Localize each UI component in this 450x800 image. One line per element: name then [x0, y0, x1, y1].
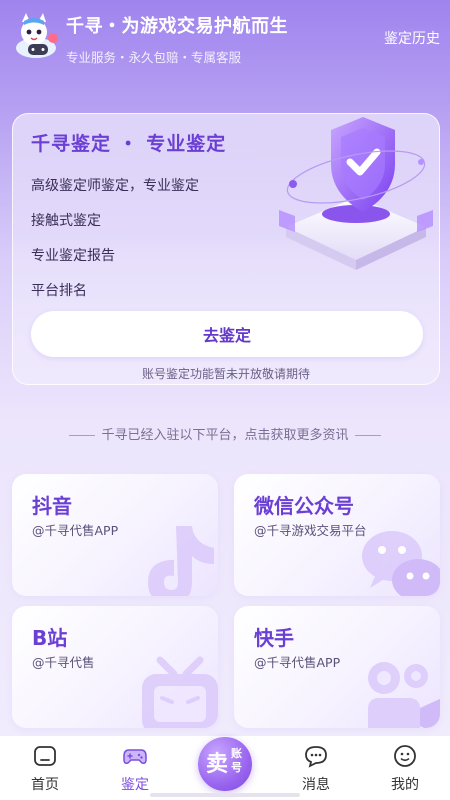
platform-card-douyin[interactable]: 抖音 @千寻代售APP [12, 474, 218, 596]
wechat-icon [362, 531, 440, 596]
platform-name: 抖音 [32, 494, 72, 518]
feature-item: 专业鉴定报告 [31, 248, 115, 264]
home-indicator [150, 793, 300, 797]
platform-card-wechat[interactable]: 微信公众号 @千寻游戏交易平台 [234, 474, 440, 596]
appraisal-card: 千寻鉴定 ・ 专业鉴定 高级鉴定师鉴定，专业鉴定 接触式鉴定 专业鉴定报告 平台… [12, 113, 440, 385]
shield-illustration-icon [279, 117, 433, 270]
douyin-icon [148, 526, 214, 596]
divider-line [354, 435, 381, 436]
feature-item: 平台排名 [31, 283, 87, 299]
profile-icon [394, 745, 416, 767]
home-icon [34, 746, 56, 766]
platform-handle: @千寻代售APP [32, 523, 119, 538]
platform-name: 快手 [254, 626, 294, 650]
feature-item: 接触式鉴定 [31, 213, 101, 229]
nav-item-home[interactable]: 首页 [10, 736, 80, 800]
kuaishou-icon [368, 662, 440, 728]
appraisal-note: 账号鉴定功能暂未开放敬请期待 [141, 367, 310, 381]
appraisal-card-title: 千寻鉴定 ・ 专业鉴定 [31, 133, 227, 155]
platform-intro: 千寻已经入驻以下平台，点击获取更多资讯 [0, 424, 450, 443]
mascot-logo-icon [16, 13, 58, 58]
platform-card-kuaishou[interactable]: 快手 @千寻代售APP [234, 606, 440, 728]
nav-item-profile[interactable]: 我的 [370, 736, 440, 800]
sell-button-sub-label: 账号 [231, 747, 242, 774]
platform-handle: @千寻代售 [32, 655, 95, 670]
platform-card-bilibili[interactable]: B站 @千寻代售 [12, 606, 218, 728]
nav-label-appraisal: 鉴定 [121, 777, 149, 793]
platform-name: B站 [32, 626, 68, 650]
message-icon [305, 746, 327, 768]
nav-label-profile: 我的 [391, 777, 419, 793]
app-header: 千寻・为游戏交易护航而生 专业服务・永久包赔・专属客服 鉴定历史 [0, 0, 450, 100]
sell-account-button[interactable]: 卖 账号 [198, 737, 252, 791]
nav-item-messages[interactable]: 消息 [281, 736, 351, 800]
platform-intro-text: 千寻已经入驻以下平台，点击获取更多资讯 [101, 428, 349, 443]
bilibili-icon [142, 656, 218, 728]
platform-handle: @千寻代售APP [254, 655, 341, 670]
platform-name: 微信公众号 [254, 494, 354, 518]
platform-handle: @千寻游戏交易平台 [254, 523, 367, 538]
nav-label-home: 首页 [31, 777, 59, 793]
nav-item-appraisal[interactable]: 鉴定 [100, 736, 170, 800]
sell-button-main-label: 卖 [206, 752, 229, 777]
header-title: 千寻・为游戏交易护航而生 [66, 16, 288, 37]
appraisal-history-link[interactable]: 鉴定历史 [384, 28, 440, 48]
feature-item: 高级鉴定师鉴定，专业鉴定 [31, 178, 199, 194]
divider-line [69, 435, 96, 436]
nav-label-messages: 消息 [302, 777, 330, 793]
go-appraise-button[interactable]: 去鉴定 [31, 311, 423, 357]
gamepad-icon [123, 749, 147, 764]
header-subtitle: 专业服务・永久包赔・专属客服 [66, 50, 242, 65]
